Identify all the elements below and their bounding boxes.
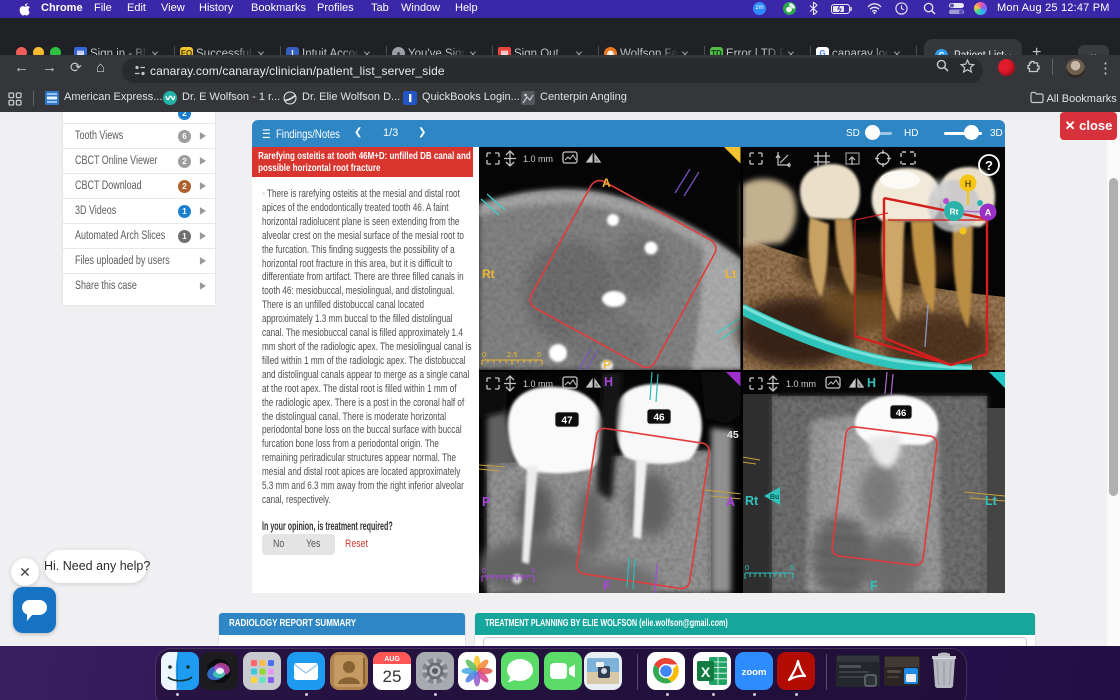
svg-text:Lt: Lt — [985, 494, 998, 508]
svg-text:F: F — [603, 579, 611, 593]
svg-text:AUG: AUG — [384, 656, 400, 663]
svg-text:0: 0 — [482, 350, 486, 359]
svg-text:A: A — [985, 208, 992, 218]
svg-text:2.5: 2.5 — [507, 350, 517, 359]
svg-text:H: H — [867, 376, 876, 390]
svg-text:46: 46 — [653, 413, 665, 424]
svg-text:0: 0 — [482, 566, 486, 575]
svg-text:P: P — [603, 358, 611, 372]
svg-text:A: A — [726, 495, 735, 509]
svg-text:Lt: Lt — [725, 267, 736, 281]
svg-text:Rt: Rt — [745, 494, 759, 508]
svg-text:P: P — [482, 495, 490, 509]
svg-text:Rt: Rt — [482, 267, 495, 281]
svg-text:25: 25 — [383, 667, 402, 686]
svg-text:5: 5 — [537, 350, 541, 359]
svg-text:?: ? — [985, 158, 993, 173]
svg-text:47: 47 — [561, 416, 573, 427]
svg-text:5: 5 — [790, 563, 794, 572]
svg-text:X: X — [701, 664, 711, 680]
svg-text:H: H — [604, 375, 613, 389]
svg-text:Bu: Bu — [770, 494, 779, 501]
svg-text:Rt: Rt — [950, 207, 959, 217]
svg-text:zoom: zoom — [742, 667, 767, 678]
svg-text:H: H — [965, 179, 972, 189]
svg-text:45: 45 — [727, 429, 739, 441]
svg-text:F: F — [870, 579, 878, 593]
svg-text:A: A — [602, 176, 611, 190]
svg-text:5: 5 — [531, 566, 535, 575]
svg-text:0: 0 — [745, 563, 749, 572]
svg-text:46: 46 — [896, 408, 907, 419]
